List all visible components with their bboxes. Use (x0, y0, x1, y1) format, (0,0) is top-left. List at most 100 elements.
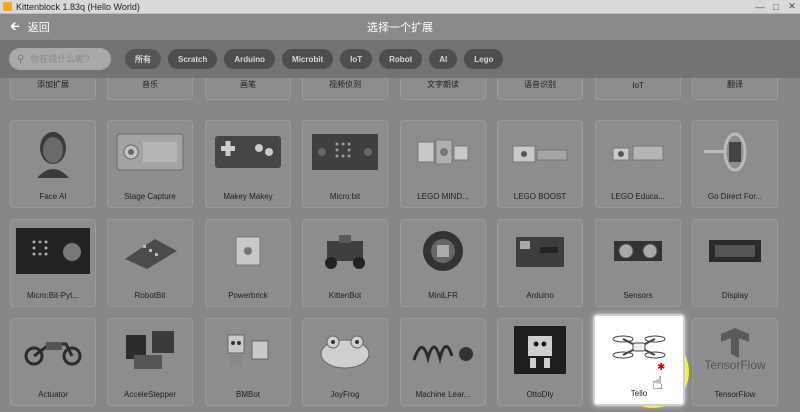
tensorflow-logo: TensorFlow (693, 319, 777, 381)
actuator-thumb (11, 319, 95, 381)
extension-label: MiniLFR (428, 291, 458, 300)
extension-label: Micro:Bit-Pyt... (26, 291, 79, 300)
extension-label: 文字朗读 (427, 80, 459, 89)
extension-label: TensorFlow (714, 390, 756, 399)
lego-education-thumb (596, 121, 680, 183)
ml5-logo (401, 319, 485, 381)
extension-card-arduino[interactable]: Arduino (497, 219, 583, 307)
extension-label: 翻译 (727, 80, 743, 89)
extension-card-tensorflow[interactable]: TensorFlow TensorFlow (692, 318, 778, 406)
go-direct-force-thumb (693, 121, 777, 183)
display-thumb (693, 220, 777, 282)
extension-card-microbit-python[interactable]: Micro:Bit-Pyt... (10, 219, 96, 307)
extension-card-machine-learning[interactable]: Machine Lear... (400, 318, 486, 406)
extension-card-kittenbot[interactable]: KittenBot (302, 219, 388, 307)
extension-label: 语音识别 (524, 80, 556, 89)
extension-label: LEGO MIND... (417, 192, 469, 201)
extension-label: JoyFrog (330, 390, 360, 399)
extension-card-tello[interactable]: Tello (593, 314, 685, 406)
extension-label: Machine Lear... (415, 390, 471, 399)
extension-card-speech[interactable]: 语音识别 (497, 78, 583, 100)
extension-label: Stage Capture (124, 192, 176, 201)
extension-label: RobotBit (134, 291, 166, 300)
extension-label: Makey Makey (223, 192, 273, 201)
extension-card-iot[interactable]: IoT (595, 78, 681, 100)
extension-label: 视频侦测 (329, 80, 361, 89)
extension-card-makey-makey[interactable]: Makey Makey (205, 120, 291, 208)
extension-card-minilfr[interactable]: MiniLFR (400, 219, 486, 307)
extension-label: 添加扩展 (37, 80, 69, 89)
makey-makey-thumb (206, 121, 290, 183)
minimize-icon[interactable]: — (752, 0, 768, 14)
extension-card-robotbit[interactable]: RobotBit (107, 219, 193, 307)
extension-card-go-direct-force[interactable]: Go Direct For... (692, 120, 778, 208)
title-bar: Kittenblock 1.83q (Hello World) — □ ✕ (0, 0, 800, 14)
extension-label: Powerbrick (228, 291, 268, 300)
extension-card-tts[interactable]: 文字朗读 (400, 78, 486, 100)
extension-grid: 添加扩展 音乐 画笔 视频侦测 文字朗读 语音识别 IoT 翻译 Face AI… (0, 78, 800, 412)
extension-label: 音乐 (142, 80, 158, 89)
extension-label: LEGO BOOST (513, 192, 567, 201)
app-window: Kittenblock 1.83q (Hello World) — □ ✕ 🡰 … (0, 0, 800, 412)
ottodiy-thumb (498, 319, 582, 381)
filter-scratch[interactable]: Scratch (168, 49, 218, 69)
extension-card-lego-mindstorms[interactable]: LEGO MIND... (400, 120, 486, 208)
extension-card-display[interactable]: Display (692, 219, 778, 307)
extension-card-face-ai[interactable]: Face AI (10, 120, 96, 208)
filter-lego[interactable]: Lego (464, 49, 504, 69)
extension-label: OttoDIy (526, 390, 554, 399)
back-button[interactable]: 🡰 返回 (10, 17, 50, 38)
maximize-icon[interactable]: □ (768, 0, 784, 14)
header-bar: 🡰 返回 选择一个扩展 (0, 14, 800, 40)
extension-card-music[interactable]: 音乐 (107, 78, 193, 100)
extension-label: Actuator (38, 390, 68, 399)
microbit-python-thumb (11, 220, 95, 282)
extension-card-add[interactable]: 添加扩展 (10, 78, 96, 100)
click-spark-icon: ✱ (657, 362, 666, 373)
extension-label: BMBot (235, 390, 260, 399)
extension-card-actuator[interactable]: Actuator (10, 318, 96, 406)
back-label: 返回 (27, 22, 50, 34)
extension-card-bmbot[interactable]: BMBot (205, 318, 291, 406)
search-icon: ⚲ (17, 53, 25, 65)
filter-microbit[interactable]: Microbit (282, 49, 334, 69)
extension-label: Display (721, 291, 749, 300)
filter-bar: ⚲ 所有 Scratch Arduino Microbit IoT Robot … (0, 40, 800, 78)
extension-card-sensors[interactable]: Sensors (595, 219, 681, 307)
extension-label: Arduino (526, 291, 554, 300)
extension-card-video[interactable]: 视频侦测 (302, 78, 388, 100)
filter-robot[interactable]: Robot (379, 49, 423, 69)
search-box[interactable]: ⚲ (9, 48, 111, 70)
filter-iot[interactable]: IoT (340, 49, 373, 69)
extension-card-accelestepper[interactable]: AcceleStepper (107, 318, 193, 406)
extension-label: Face AI (39, 192, 67, 201)
extension-card-stage-capture[interactable]: Stage Capture (107, 120, 193, 208)
filter-all[interactable]: 所有 (125, 49, 161, 69)
joyfrog-thumb (303, 319, 387, 381)
app-icon (3, 2, 12, 11)
back-arrow-icon: 🡰 (10, 18, 20, 33)
stage-capture-thumb (108, 121, 192, 183)
bmbot-thumb (206, 319, 290, 381)
extension-label: 画笔 (240, 80, 256, 89)
extension-card-pen[interactable]: 画笔 (205, 78, 291, 100)
arduino-thumb (498, 220, 582, 282)
extension-card-microbit[interactable]: Micro:bit (302, 120, 388, 208)
sensors-thumb (596, 220, 680, 282)
extension-label: Go Direct For... (707, 192, 763, 201)
extension-card-ottodiy[interactable]: OttoDIy (497, 318, 583, 406)
filter-arduino[interactable]: Arduino (224, 49, 276, 69)
search-input[interactable] (30, 54, 101, 64)
extension-card-powerbrick[interactable]: Powerbrick (205, 219, 291, 307)
extension-card-joyfrog[interactable]: JoyFrog (302, 318, 388, 406)
close-icon[interactable]: ✕ (784, 0, 800, 14)
robotbit-thumb (108, 220, 192, 282)
extension-card-lego-education[interactable]: LEGO Educa... (595, 120, 681, 208)
extension-card-lego-boost[interactable]: LEGO BOOST (497, 120, 583, 208)
page-title: 选择一个扩展 (367, 22, 433, 34)
extension-label: Sensors (623, 291, 653, 300)
filter-ai[interactable]: AI (429, 49, 458, 69)
minilfr-thumb (401, 220, 485, 282)
extension-label: KittenBot (328, 291, 362, 300)
extension-card-translate[interactable]: 翻译 (692, 78, 778, 100)
